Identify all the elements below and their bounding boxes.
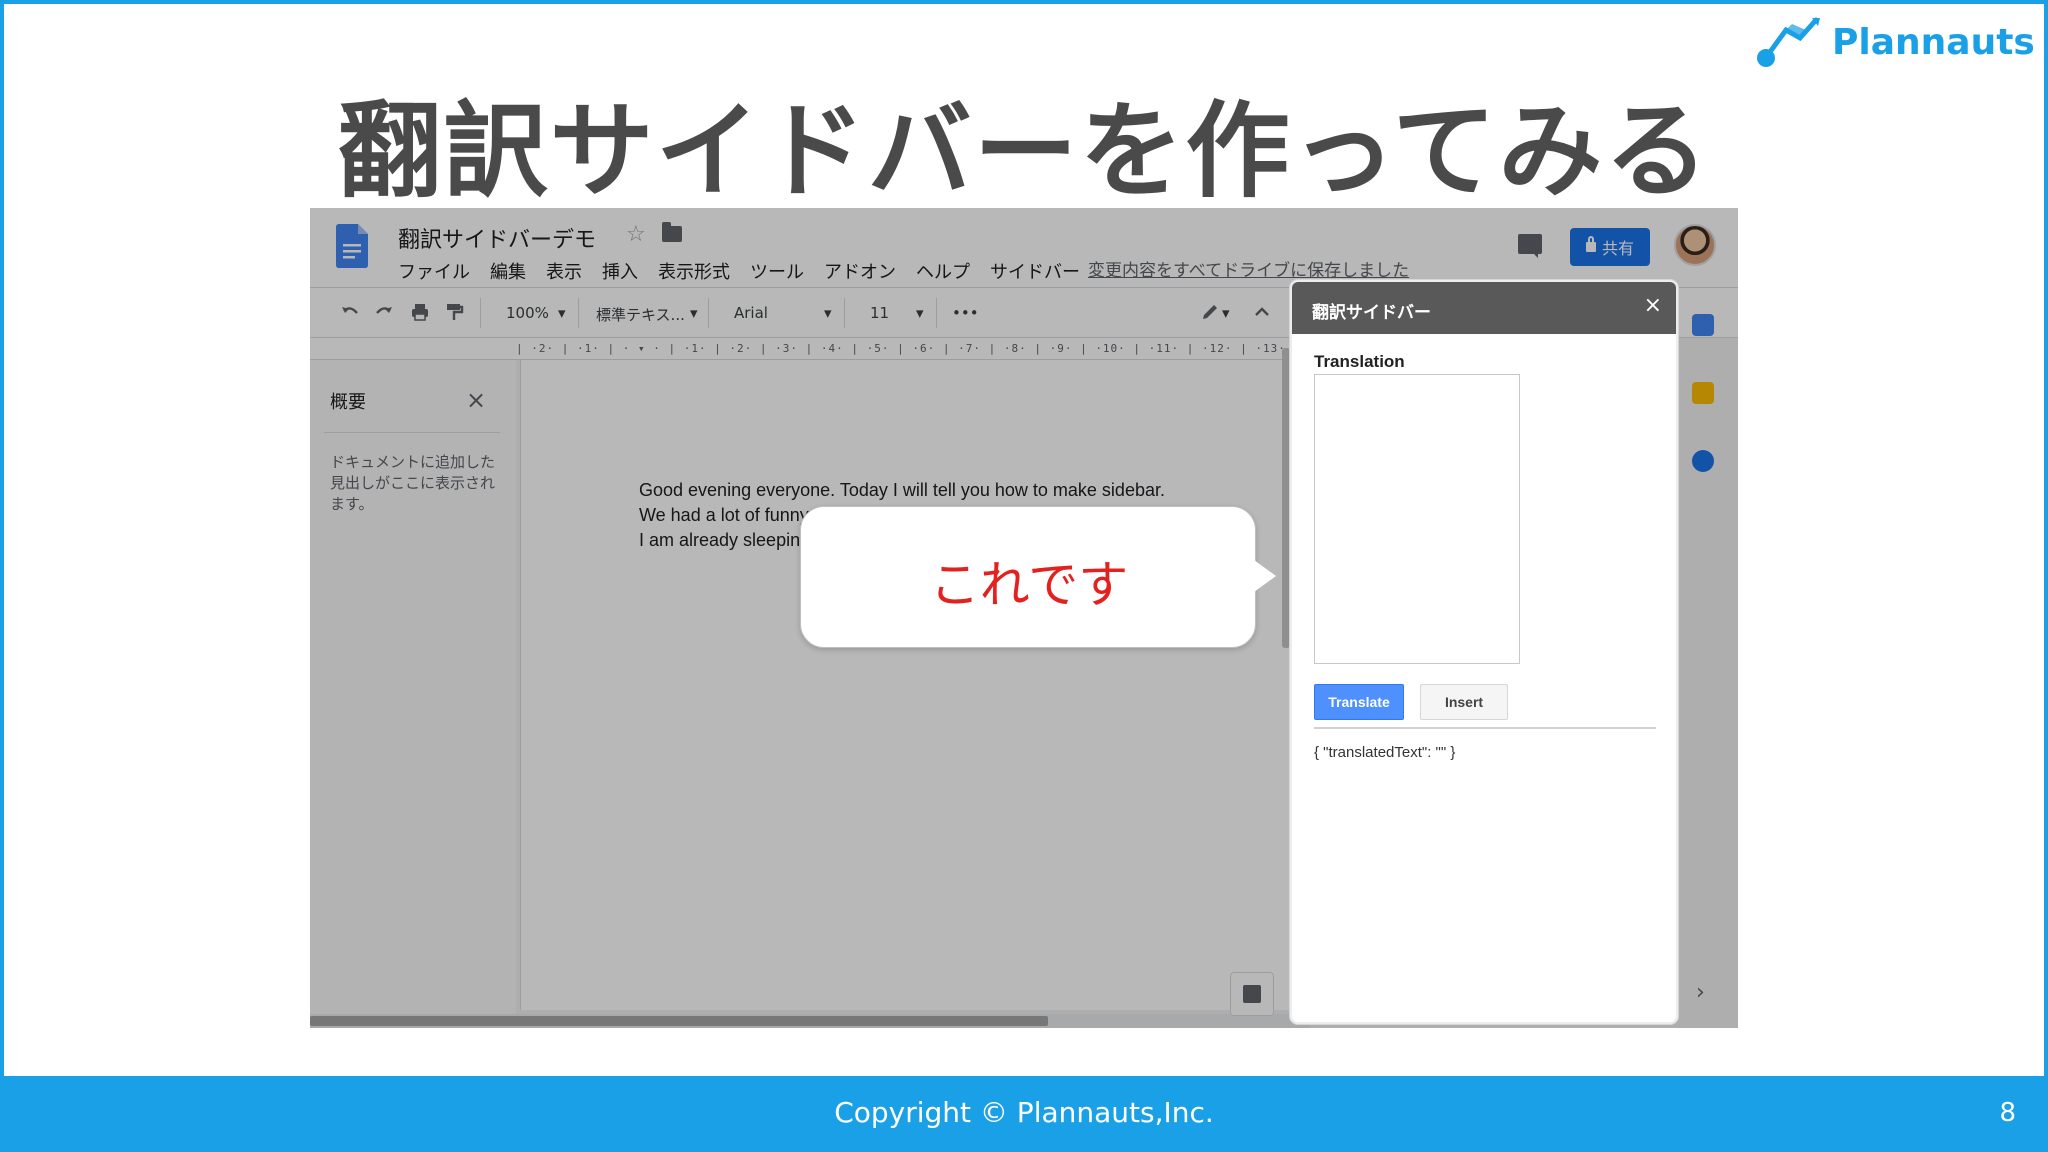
callout-pointer bbox=[1254, 560, 1276, 592]
translation-label: Translation bbox=[1314, 352, 1405, 371]
callout-bubble: これです bbox=[800, 506, 1256, 648]
close-icon[interactable]: × bbox=[1644, 293, 1662, 318]
document-page[interactable]: Good evening everyone. Today I will tell… bbox=[520, 360, 1290, 1010]
menu-edit[interactable]: 編集 bbox=[490, 258, 526, 284]
pencil-icon[interactable] bbox=[1200, 302, 1220, 322]
docs-header: 翻訳サイドバーデモ ☆ ファイル 編集 表示 挿入 表示形式 ツール アドオン … bbox=[310, 208, 1738, 288]
toolbar-separator bbox=[936, 298, 937, 328]
explore-icon[interactable] bbox=[1230, 972, 1274, 1016]
menu-insert[interactable]: 挿入 bbox=[602, 258, 638, 284]
translate-button[interactable]: Translate bbox=[1314, 684, 1404, 720]
menu-addons[interactable]: アドオン bbox=[824, 258, 896, 284]
share-label: 共有 bbox=[1601, 239, 1634, 258]
sidebar-divider bbox=[1314, 727, 1656, 729]
save-status-link[interactable]: 変更内容をすべてドライブに保存しました bbox=[1088, 256, 1409, 281]
paint-format-icon[interactable] bbox=[444, 302, 464, 322]
undo-icon[interactable] bbox=[340, 302, 360, 322]
vertical-scrollbar[interactable] bbox=[1282, 348, 1290, 648]
menu-tools[interactable]: ツール bbox=[750, 258, 804, 284]
chevron-right-icon[interactable]: › bbox=[1696, 980, 1705, 1005]
ruler[interactable]: | ·2· | ·1· | · ▾ · | ·1· | ·2· | ·3· | … bbox=[310, 338, 1310, 360]
horizontal-scrollbar[interactable] bbox=[310, 1016, 1048, 1026]
chevron-up-icon[interactable] bbox=[1252, 302, 1272, 322]
zoom-select[interactable]: 100% bbox=[506, 304, 549, 322]
document-line: Good evening everyone. Today I will tell… bbox=[639, 480, 1165, 500]
more-options[interactable]: ••• bbox=[952, 304, 979, 322]
translation-input[interactable] bbox=[1314, 374, 1520, 664]
menu-format[interactable]: 表示形式 bbox=[658, 258, 730, 284]
outline-title: 概要 bbox=[330, 392, 366, 413]
share-button[interactable]: 共有 bbox=[1570, 228, 1650, 266]
slide-number: 8 bbox=[1999, 1098, 2016, 1128]
menu-bar: ファイル 編集 表示 挿入 表示形式 ツール アドオン ヘルプ サイドバー bbox=[398, 258, 1080, 284]
menu-sidebar[interactable]: サイドバー bbox=[990, 258, 1080, 284]
font-size-caret-icon[interactable]: ▾ bbox=[916, 304, 924, 322]
menu-help[interactable]: ヘルプ bbox=[916, 258, 970, 284]
insert-button[interactable]: Insert bbox=[1420, 684, 1508, 720]
outline-panel: 概要 × ドキュメントに追加した見出しがここに表示されます。 bbox=[310, 360, 516, 1028]
plannauts-logo-icon bbox=[1757, 17, 1820, 67]
menu-file[interactable]: ファイル bbox=[398, 258, 470, 284]
toolbar-separator bbox=[480, 298, 481, 328]
redo-icon[interactable] bbox=[374, 302, 394, 322]
doc-title[interactable]: 翻訳サイドバーデモ bbox=[398, 222, 596, 254]
callout-text: これです bbox=[929, 556, 1129, 614]
lock-icon bbox=[1585, 236, 1596, 252]
style-select[interactable]: 標準テキス... bbox=[596, 304, 685, 325]
star-icon[interactable]: ☆ bbox=[626, 222, 646, 247]
translation-result: { "translatedText": "" } bbox=[1314, 744, 1456, 761]
font-select[interactable]: Arial bbox=[734, 304, 768, 322]
translate-sidebar: 翻訳サイドバー × Translation Translate Insert {… bbox=[1290, 280, 1678, 1024]
toolbar-separator bbox=[708, 298, 709, 328]
sidebar-header: 翻訳サイドバー × bbox=[1292, 282, 1676, 334]
tasks-icon[interactable] bbox=[1692, 450, 1714, 472]
ruler-ticks: | ·2· | ·1· | · ▾ · | ·1· | ·2· | ·3· | … bbox=[516, 342, 1296, 355]
comments-icon[interactable] bbox=[1518, 234, 1542, 258]
menu-view[interactable]: 表示 bbox=[546, 258, 582, 284]
brand-logo: Plannauts bbox=[1756, 14, 2035, 70]
folder-icon[interactable] bbox=[662, 222, 682, 242]
sidebar-title: 翻訳サイドバー bbox=[1312, 303, 1431, 323]
mode-caret-icon[interactable]: ▾ bbox=[1222, 304, 1230, 322]
brand-name: Plannauts bbox=[1832, 21, 2035, 63]
outline-divider bbox=[324, 432, 500, 433]
calendar-icon[interactable] bbox=[1692, 314, 1714, 336]
slide-title: 翻訳サイドバーを作ってみる bbox=[337, 90, 1711, 212]
footer-bar: Copyright © Plannauts,Inc. 8 bbox=[0, 1076, 2048, 1152]
docs-logo-icon[interactable] bbox=[336, 224, 368, 268]
toolbar-separator bbox=[578, 298, 579, 328]
print-icon[interactable] bbox=[410, 302, 430, 322]
style-caret-icon[interactable]: ▾ bbox=[690, 304, 698, 322]
font-size-select[interactable]: 11 bbox=[870, 304, 889, 322]
footer-copyright: Copyright © Plannauts,Inc. bbox=[834, 1096, 1214, 1129]
font-caret-icon[interactable]: ▾ bbox=[824, 304, 832, 322]
toolbar-separator bbox=[844, 298, 845, 328]
keep-icon[interactable] bbox=[1692, 382, 1714, 404]
outline-hint: ドキュメントに追加した見出しがここに表示されます。 bbox=[330, 453, 496, 513]
avatar[interactable] bbox=[1674, 224, 1716, 266]
close-icon[interactable]: × bbox=[466, 386, 486, 414]
zoom-caret-icon[interactable]: ▾ bbox=[558, 304, 566, 322]
